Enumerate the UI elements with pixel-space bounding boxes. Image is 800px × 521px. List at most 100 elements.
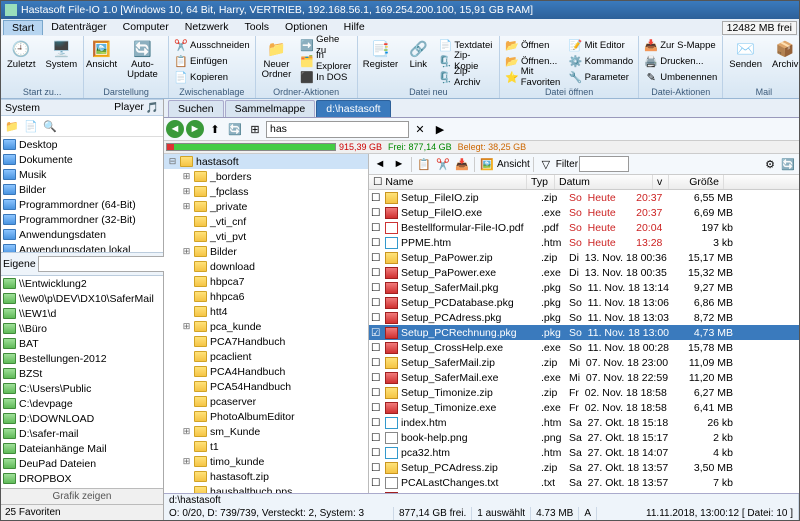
tree-node[interactable]: PhotoAlbumEditor <box>164 409 368 424</box>
menu-tab-hilfe[interactable]: Hilfe <box>336 20 373 35</box>
ribbon-einf-gen[interactable]: 📋Einfügen <box>171 53 253 69</box>
system-node[interactable]: Desktop <box>1 137 163 152</box>
system-node[interactable]: Musik <box>1 167 163 182</box>
ribbon-zuletzt[interactable]: 🕘Zuletzt <box>3 37 40 87</box>
left-tb-2[interactable]: 📄 <box>22 117 40 135</box>
row-checkbox[interactable]: ☐ <box>371 402 385 414</box>
music-icon[interactable]: 🎵 <box>146 101 159 114</box>
grafik-zeigen[interactable]: Grafik zeigen <box>1 488 163 504</box>
row-checkbox[interactable]: ☐ <box>371 417 385 429</box>
up-icon[interactable]: ⬆ <box>206 120 224 138</box>
expand-icon[interactable]: ⊞ <box>182 247 191 257</box>
eigene-node[interactable]: DROPBOX <box>1 471 163 486</box>
ribbon-kopieren[interactable]: 📄Kopieren <box>171 69 253 85</box>
file-row[interactable]: ☐Bestellformular-File-IO.pdf.pdfSo Heute… <box>369 220 799 235</box>
row-checkbox[interactable]: ☐ <box>371 267 385 279</box>
ribbon-register[interactable]: 📑Register <box>360 37 402 87</box>
ft-paste-icon[interactable]: 📥 <box>453 155 471 173</box>
ribbon-senden[interactable]: ✉️Senden <box>725 37 766 87</box>
row-checkbox[interactable]: ☐ <box>371 387 385 399</box>
tree-node[interactable]: PCA4Handbuch <box>164 364 368 379</box>
system-tree[interactable]: DesktopDokumenteMusikBilderProgrammordne… <box>1 137 163 252</box>
col-name[interactable]: ☐ Name <box>369 175 527 189</box>
file-row[interactable]: ☐Setup_FileIO.zip.zipSo Heute 20:376,55 … <box>369 190 799 205</box>
fwd-icon[interactable]: ► <box>186 120 204 138</box>
eigene-node[interactable]: Bestellungen-2012 <box>1 351 163 366</box>
ribbon-ansicht[interactable]: 🖼️Ansicht <box>86 37 117 87</box>
path-tab-1[interactable]: Sammelmappe <box>225 100 316 117</box>
expand-icon[interactable]: ⊞ <box>182 172 191 182</box>
ribbon-system[interactable]: 🖥️System <box>42 37 82 87</box>
row-checkbox[interactable]: ☐ <box>371 192 385 204</box>
row-checkbox[interactable]: ☐ <box>371 342 385 354</box>
eigene-node[interactable]: BZSt <box>1 366 163 381</box>
file-row[interactable]: ☐pca32.htm.htmSa 27. Okt. 18 14:074 kb <box>369 445 799 460</box>
refresh-icon[interactable]: 🔄 <box>226 120 244 138</box>
file-row[interactable]: ☐Setup_CrossHelp.exe.exeSo 11. Nov. 18 0… <box>369 340 799 355</box>
expand-icon[interactable]: ⊞ <box>182 187 191 197</box>
menu-tab-tools[interactable]: Tools <box>237 20 278 35</box>
eigene-list[interactable]: \\Entwicklung2\\ew0\p\DEV\DX10\SaferMail… <box>1 276 163 488</box>
row-checkbox[interactable]: ☐ <box>371 447 385 459</box>
eigene-node[interactable]: C:\devpage <box>1 396 163 411</box>
row-checkbox[interactable]: ☐ <box>371 252 385 264</box>
menu-tab-datenträger[interactable]: Datenträger <box>43 20 114 35</box>
path-input[interactable] <box>266 121 409 138</box>
system-node[interactable]: Anwendungsdaten <box>1 227 163 242</box>
eigene-filter-input[interactable] <box>38 256 176 272</box>
tree-node[interactable]: download <box>164 259 368 274</box>
row-checkbox[interactable]: ☑ <box>371 327 385 339</box>
filter-input[interactable] <box>579 156 629 172</box>
menu-tab-start[interactable]: Start <box>3 20 43 35</box>
ribbon-umbenennen[interactable]: ✎Umbenennen <box>641 69 720 85</box>
tree-node[interactable]: haushaltbuch.pps <box>164 484 368 493</box>
eigene-node[interactable]: C:\Users\Public <box>1 381 163 396</box>
ribbon-zip-archiv[interactable]: 🗜️Zip-Archiv <box>435 69 497 85</box>
system-node[interactable]: Programmordner (32-Bit) <box>1 212 163 227</box>
ribbon-in-explorer[interactable]: 🗂️In Explorer <box>297 53 354 69</box>
tree-node[interactable]: pcaclient <box>164 349 368 364</box>
system-node[interactable]: Anwendungsdaten lokal <box>1 242 163 252</box>
expand-icon[interactable]: ⊟ <box>168 157 177 167</box>
row-checkbox[interactable]: ☐ <box>371 372 385 384</box>
ribbon-parameter[interactable]: 🔧Parameter <box>566 69 637 85</box>
tree-node[interactable]: _vti_cnf <box>164 214 368 229</box>
file-row[interactable]: ☐PCALastChanges.txt.txtSa 27. Okt. 18 13… <box>369 475 799 490</box>
eigene-node[interactable]: \\ew0\p\DEV\DX10\SaferMail <box>1 291 163 306</box>
ribbon-drucken-[interactable]: 🖨️Drucken... <box>641 53 720 69</box>
ribbon-auto-update[interactable]: 🔄Auto-Update <box>119 37 166 87</box>
folder-tree[interactable]: ⊟hastasoft⊞_borders⊞_fpclass⊞_private _v… <box>164 154 369 493</box>
tree-node[interactable]: ⊞_borders <box>164 169 368 184</box>
tree-node[interactable]: PCA54Handbuch <box>164 379 368 394</box>
row-checkbox[interactable]: ☐ <box>371 357 385 369</box>
col-typ[interactable]: Typ <box>527 175 555 189</box>
clear-icon[interactable]: ✕ <box>411 120 429 138</box>
file-row[interactable]: ☑Setup_PCRechnung.pkg.pkgSo 11. Nov. 18 … <box>369 325 799 340</box>
ribbon-mit-favoriten[interactable]: ⭐Mit Favoriten <box>502 69 564 85</box>
file-row[interactable]: ☐Setup_PCAdress.zip.zipSa 27. Okt. 18 13… <box>369 460 799 475</box>
file-row[interactable]: ☐Setup_SaferMail.zip.zipMi 07. Nov. 18 2… <box>369 355 799 370</box>
eigene-node[interactable]: \\Büro <box>1 321 163 336</box>
tree-node[interactable]: ⊞pca_kunde <box>164 319 368 334</box>
go-icon[interactable]: ▶ <box>431 120 449 138</box>
tree-node[interactable]: ⊞timo_kunde <box>164 454 368 469</box>
eigene-node[interactable]: D:\safer-mail <box>1 426 163 441</box>
menu-tab-optionen[interactable]: Optionen <box>277 20 336 35</box>
row-checkbox[interactable]: ☐ <box>371 462 385 474</box>
ft-prev-icon[interactable]: ◄ <box>371 155 389 173</box>
tree-node[interactable]: htt4 <box>164 304 368 319</box>
ft-ansicht[interactable]: Ansicht <box>497 159 530 170</box>
file-row[interactable]: ☐Setup_PCDatabase.pkg.pkgSo 11. Nov. 18 … <box>369 295 799 310</box>
tree-node[interactable]: ⊞sm_Kunde <box>164 424 368 439</box>
eigene-node[interactable]: D:\DOWNLOAD <box>1 411 163 426</box>
ft-refresh-icon[interactable]: 🔄 <box>779 155 797 173</box>
expand-icon[interactable]: ⊞ <box>182 457 191 467</box>
eigene-node[interactable]: Dateianhänge Mail <box>1 441 163 456</box>
ft-copy-icon[interactable]: 📋 <box>415 155 433 173</box>
left-tb-3[interactable]: 🔍 <box>41 117 59 135</box>
ribbon-kommando[interactable]: ⚙️Kommando <box>566 53 637 69</box>
file-row[interactable]: ☐book-help.png.pngSa 27. Okt. 18 15:172 … <box>369 430 799 445</box>
file-row[interactable]: ☐Setup_PaPower.exe.exeDi 13. Nov. 18 00:… <box>369 265 799 280</box>
ft-view-icon[interactable]: 🖼️ <box>478 155 496 173</box>
row-checkbox[interactable]: ☐ <box>371 282 385 294</box>
